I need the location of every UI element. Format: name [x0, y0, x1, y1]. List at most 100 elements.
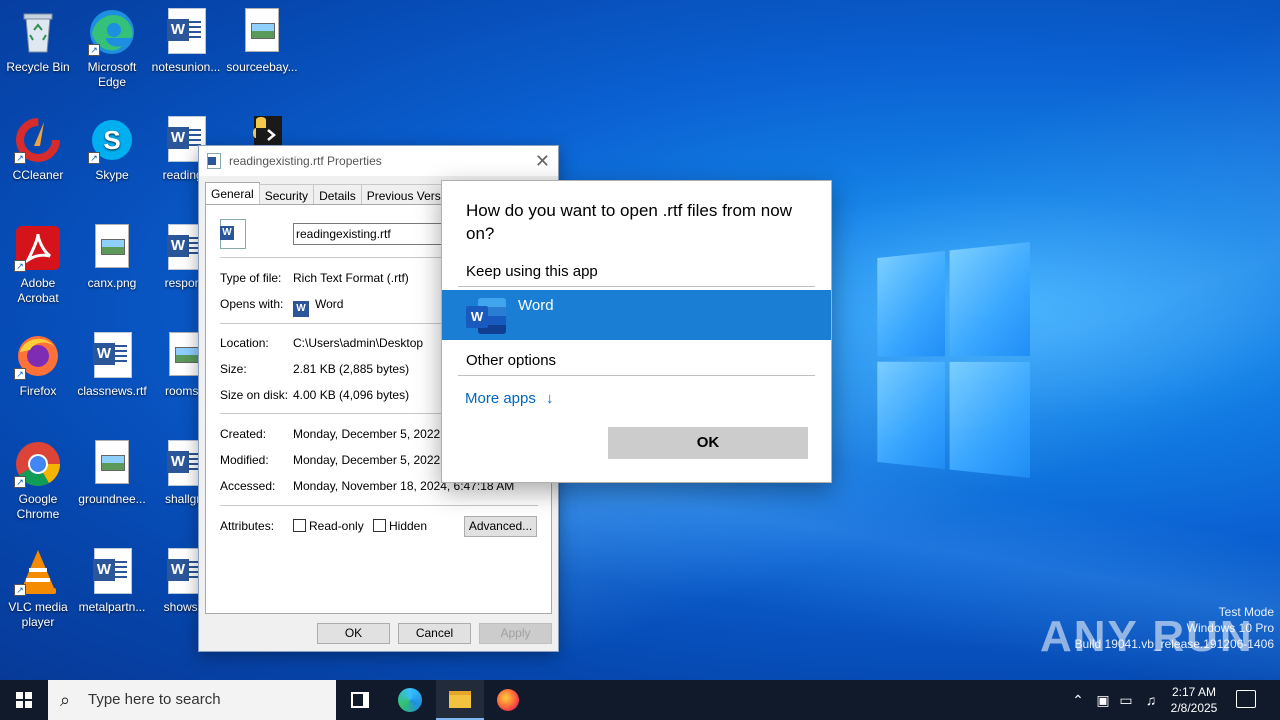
properties-titlebar[interactable]: readingexisting.rtf Properties [199, 146, 558, 176]
hidden-checkbox-group[interactable]: Hidden [373, 519, 427, 533]
ok-button[interactable]: OK [317, 623, 390, 644]
taskbar-edge-button[interactable] [386, 680, 434, 720]
desktop-icon-label: groundnee... [78, 492, 146, 506]
created-label: Created: [220, 427, 267, 441]
desktop-icon-google-chrome[interactable]: ↗ Google Chrome [0, 440, 76, 522]
desktop-icon-microsoft-edge[interactable]: ↗ Microsoft Edge [74, 8, 150, 90]
shortcut-arrow-icon: ↗ [14, 476, 26, 488]
shortcut-arrow-icon: ↗ [88, 152, 100, 164]
opens-with-app: Word [315, 297, 344, 311]
notification-center-icon[interactable] [1236, 690, 1256, 708]
desktop-icon-label: CCleaner [12, 168, 64, 182]
rtf-file-icon [207, 153, 221, 169]
desktop-icon-label: notesunion... [151, 60, 221, 74]
divider [458, 375, 815, 376]
test-mode-watermark: Test Mode Windows 10 Pro Build 19041.vb_… [1075, 604, 1275, 652]
taskbar-clock[interactable]: 2:17 AM 2/8/2025 [1166, 684, 1222, 716]
clock-date: 2/8/2025 [1170, 701, 1218, 715]
desktop-icon-label: Skype [95, 168, 129, 182]
location-label: Location: [220, 336, 269, 350]
desktop-icon-adobe-acrobat[interactable]: ↗ Adobe Acrobat [0, 224, 76, 306]
open-with-ok-button[interactable]: OK [608, 427, 808, 459]
type-label: Type of file: [220, 271, 282, 285]
desktop-icon-label: metalpartn... [78, 600, 146, 614]
desktop-icon-groundnee[interactable]: groundnee... [74, 440, 150, 507]
start-button[interactable] [0, 680, 48, 720]
size-on-disk-label: Size on disk: [220, 388, 289, 402]
ccleaner-icon: ↗ [14, 116, 62, 164]
cancel-button[interactable]: Cancel [398, 623, 471, 644]
chrome-icon: ↗ [14, 440, 62, 488]
adobe-acrobat-icon: ↗ [14, 224, 62, 272]
image-file-icon [88, 224, 136, 272]
chevron-up-icon[interactable]: ⌃ [1068, 680, 1088, 720]
tab-details[interactable]: Details [313, 184, 362, 205]
desktop-icon-firefox[interactable]: ↗ Firefox [0, 332, 76, 399]
app-option-word[interactable]: W Word [442, 290, 831, 340]
network-icon[interactable]: ▭ [1116, 680, 1136, 720]
taskbar-file-explorer-button[interactable] [436, 680, 484, 720]
attributes-label: Attributes: [220, 519, 275, 533]
opens-with-value: W Word [293, 297, 343, 317]
keep-using-heading: Keep using this app [466, 263, 598, 280]
open-with-dialog: How do you want to open .rtf files from … [441, 180, 832, 483]
shortcut-arrow-icon: ↗ [14, 260, 26, 272]
close-icon[interactable]: ✕ [535, 151, 550, 172]
vlc-icon: ↗ [14, 548, 62, 596]
size-on-disk-value: 4.00 KB (4,096 bytes) [293, 388, 410, 402]
desktop-icon-notesunion[interactable]: W notesunion... [148, 8, 224, 75]
shortcut-arrow-icon: ↗ [88, 44, 100, 56]
desktop-icon-sourceebay[interactable]: sourceebay... [224, 8, 300, 75]
accessed-label: Accessed: [220, 479, 276, 493]
hidden-label: Hidden [389, 519, 428, 533]
taskbar-firefox-button[interactable] [484, 680, 532, 720]
created-value: Monday, December 5, 2022, 6: [293, 427, 457, 441]
desktop-icon-classnews-rtf[interactable]: W classnews.rtf [74, 332, 150, 399]
divider [220, 505, 538, 506]
desktop-icon-vlc[interactable]: ↗ VLC media player [0, 548, 76, 630]
size-value: 2.81 KB (2,885 bytes) [293, 362, 410, 376]
shortcut-arrow-icon: ↗ [14, 368, 26, 380]
readonly-checkbox-group[interactable]: Read-only [293, 519, 364, 533]
word-document-icon: W [88, 548, 136, 596]
desktop-icon-metalpartn[interactable]: W metalpartn... [74, 548, 150, 615]
readonly-checkbox[interactable] [293, 519, 306, 532]
taskbar-search-box[interactable]: ⌕ Type here to search [48, 680, 336, 720]
meet-now-icon[interactable]: ▣ [1094, 680, 1112, 720]
desktop-icon-skype[interactable]: S ↗ Skype [74, 116, 150, 183]
shortcut-arrow-icon: ↗ [14, 584, 26, 596]
task-view-button[interactable] [336, 680, 384, 720]
rtf-file-icon [220, 219, 246, 249]
volume-icon[interactable]: ♫ [1140, 680, 1162, 720]
advanced-button[interactable]: Advanced... [464, 516, 537, 537]
desktop-icon-label: canx.png [87, 276, 137, 290]
size-label: Size: [220, 362, 247, 376]
app-option-label: Word [518, 297, 554, 314]
desktop-icon-label: VLC media player [8, 600, 68, 629]
task-view-icon [351, 692, 369, 708]
folder-icon [449, 691, 471, 708]
open-with-question: How do you want to open .rtf files from … [466, 201, 792, 243]
firefox-icon: ↗ [14, 332, 62, 380]
desktop-icon-label: Recycle Bin [6, 60, 70, 74]
desktop-icon-recycle-bin[interactable]: Recycle Bin [0, 8, 76, 75]
desktop-icon-canx-png[interactable]: canx.png [74, 224, 150, 291]
modified-value: Monday, December 5, 2022, 6: [293, 453, 457, 467]
edge-icon: ↗ [88, 8, 136, 56]
hidden-checkbox[interactable] [373, 519, 386, 532]
image-file-icon [238, 8, 286, 56]
taskbar: ⌕ Type here to search ⌃ ▣ ▭ ♫ 2:17 AM 2/… [0, 680, 1280, 720]
apply-button[interactable]: Apply [479, 623, 552, 644]
desktop-icon-ccleaner[interactable]: ↗ CCleaner [0, 116, 76, 183]
more-apps-link[interactable]: More apps ↓ [465, 390, 554, 407]
tab-general[interactable]: General [205, 182, 260, 205]
windows-start-icon [16, 692, 32, 708]
divider [458, 286, 815, 287]
desktop-icon-label: Adobe Acrobat [17, 276, 59, 305]
windows-logo-wallpaper [877, 242, 1030, 478]
word-document-icon: W [88, 332, 136, 380]
tab-security[interactable]: Security [258, 184, 315, 205]
modified-label: Modified: [220, 453, 269, 467]
properties-tabs: General Security Details Previous Versio… [205, 182, 469, 205]
filename-field[interactable]: readingexisting.rtf [293, 223, 453, 245]
